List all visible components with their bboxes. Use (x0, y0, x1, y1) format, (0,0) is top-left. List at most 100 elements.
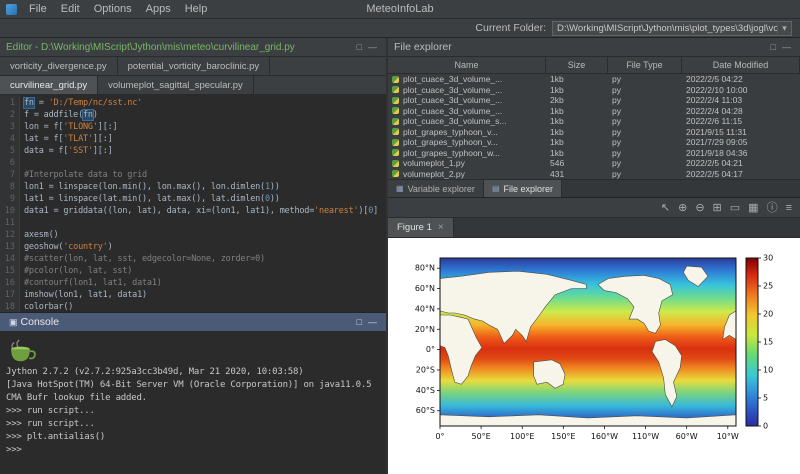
table-row[interactable]: plot_cuace_3d_volume_s...1kbpy2022/2/6 1… (388, 116, 800, 127)
python-file-icon (392, 97, 399, 104)
editor-float-icon[interactable]: □ (354, 42, 365, 52)
zoom-in-icon[interactable]: ⊕ (678, 198, 687, 218)
line-number: 18 (0, 301, 15, 312)
menu-item-apps[interactable]: Apps (139, 0, 178, 19)
table-row[interactable]: plot_cuace_3d_volume_...2kbpy2022/2/4 11… (388, 95, 800, 106)
file-explorer-float-icon[interactable]: □ (768, 42, 779, 52)
file-name-text: plot_cuace_3d_volume_... (403, 85, 502, 95)
bottom-tab-file-explorer[interactable]: ▤File explorer (484, 180, 562, 197)
line-number: 17 (0, 289, 15, 301)
table-row[interactable]: plot_grapes_typhoon_v...1kbpy2021/9/15 1… (388, 127, 800, 138)
file-name-text: plot_grapes_typhoon_v... (403, 127, 498, 137)
python-file-icon (392, 139, 399, 146)
svg-text:60°N: 60°N (415, 284, 435, 293)
current-folder-combo[interactable]: D:\Working\MIScript\Jython\mis\plot_type… (552, 21, 792, 36)
pan-icon[interactable]: ⊞ (713, 198, 722, 218)
file-name-text: plot_cuace_3d_volume_... (403, 95, 502, 105)
file-size-cell: 431 (546, 169, 608, 179)
zoom-out-icon[interactable]: ⊖ (695, 198, 704, 218)
code-editor[interactable]: 123456789101112131415161718 fn = 'D:/Tem… (0, 95, 386, 312)
editor-tab-potential-vorticity-baroclinic-py[interactable]: potential_vorticity_baroclinic.py (118, 57, 270, 75)
table-row[interactable]: volumeplot_2.py431py2022/2/5 04:17 (388, 169, 800, 180)
menu-bar: MeteoInfoLab FileEditOptionsAppsHelp (0, 0, 800, 19)
line-number: 5 (0, 145, 15, 157)
figures-panel: ↖⊕⊖⊞▭▦ⓘ≡ Figure 1 × 0°50°E100°E150°E160°… (388, 198, 800, 474)
main-area: Editor - D:\Working\MIScript\Jython\mis\… (0, 38, 800, 474)
figure-tab-close-icon[interactable]: × (438, 222, 444, 233)
figure-canvas[interactable]: 0°50°E100°E150°E160°W110°W60°W10°W80°N60… (388, 238, 800, 474)
table-row[interactable]: plot_cuace_3d_volume_...1kbpy2022/2/10 1… (388, 85, 800, 96)
menu-item-help[interactable]: Help (178, 0, 215, 19)
file-explorer-minimize-icon[interactable]: — (779, 42, 794, 52)
console-body[interactable]: Jython 2.7.2 (v2.7.2:925a3cc3b49d, Mar 2… (0, 332, 386, 474)
column-header-file-type[interactable]: File Type (608, 57, 682, 73)
column-header-size[interactable]: Size (546, 57, 608, 73)
line-number-gutter: 123456789101112131415161718 (0, 95, 20, 312)
file-name-cell: plot_cuace_3d_volume_... (388, 95, 546, 105)
column-header-name[interactable]: Name (388, 57, 546, 73)
code-token-c: #pcolor(lon, lat, sst) (24, 266, 132, 276)
menu-item-options[interactable]: Options (87, 0, 139, 19)
settings-icon[interactable]: ≡ (786, 198, 792, 218)
file-table-body: plot_cuace_3d_volume_...1kbpy2022/2/5 04… (388, 74, 800, 179)
table-row[interactable]: plot_cuace_3d_volume_...1kbpy2022/2/4 04… (388, 106, 800, 117)
console-minimize-icon[interactable]: — (365, 317, 380, 327)
file-table: Name Size File Type Date Modified plot_c… (388, 57, 800, 179)
svg-text:160°W: 160°W (591, 432, 618, 441)
python-file-icon (392, 118, 399, 125)
table-row[interactable]: plot_grapes_typhoon_v...1kbpy2021/7/29 0… (388, 137, 800, 148)
column-header-date-modified[interactable]: Date Modified (682, 57, 800, 73)
file-name-text: volumeplot_1.py (403, 158, 465, 168)
code-token-c: #scatter(lon, lat, sst, edgecolor=None, … (24, 254, 265, 264)
file-size-cell: 1kb (546, 74, 608, 84)
code-line: #contourf(lon1, lat1, data1) (24, 277, 386, 289)
combo-dropdown-icon[interactable]: ▾ (777, 23, 791, 34)
bottom-tab-label: Variable explorer (408, 184, 475, 194)
file-type-cell: py (608, 127, 682, 137)
code-token-s: 'TLONG' (63, 122, 97, 132)
code-line (24, 217, 386, 229)
svg-text:25: 25 (763, 281, 773, 290)
table-row[interactable]: plot_grapes_typhoon_w...1kbpy2021/9/18 0… (388, 148, 800, 159)
table-row[interactable]: plot_cuace_3d_volume_...1kbpy2022/2/5 04… (388, 74, 800, 85)
editor-tab-vorticity-divergence-py[interactable]: vorticity_divergence.py (0, 57, 118, 75)
file-name-text: volumeplot_2.py (403, 169, 465, 179)
select-icon[interactable]: ↖ (661, 198, 670, 218)
line-number: 4 (0, 133, 15, 145)
python-file-icon (392, 86, 399, 93)
file-explorer-icon: ▤ (492, 184, 500, 193)
svg-text:60°S: 60°S (416, 406, 435, 415)
identify-icon[interactable]: ⓘ (767, 198, 778, 218)
menu-item-file[interactable]: File (22, 0, 54, 19)
code-token-s: 'country' (63, 242, 107, 252)
data-table-icon[interactable]: ▦ (748, 198, 758, 218)
code-token-s: 'TLAT' (63, 134, 93, 144)
console-float-icon[interactable]: □ (354, 317, 365, 327)
editor-tab-volumeplot-sagittal-specular-py[interactable]: volumeplot_sagittal_specular.py (98, 76, 254, 94)
code-line: fn = 'D:/Temp/nc/sst.nc' (24, 97, 386, 109)
file-size-cell: 1kb (546, 137, 608, 147)
menu-item-edit[interactable]: Edit (54, 0, 87, 19)
python-file-icon (392, 149, 399, 156)
console-header: ▣ Console □ — (0, 313, 386, 332)
editor-minimize-icon[interactable]: — (365, 42, 380, 52)
file-size-cell: 1kb (546, 127, 608, 137)
code-line: lat1 = linspace(lat.min(), lat.max(), la… (24, 193, 386, 205)
file-type-cell: py (608, 148, 682, 158)
console-line: >>> (6, 444, 380, 457)
file-name-text: plot_cuace_3d_volume_s... (403, 116, 507, 126)
full-extent-icon[interactable]: ▭ (730, 198, 740, 218)
file-date-cell: 2022/2/4 04:28 (682, 106, 800, 116)
file-type-cell: py (608, 106, 682, 116)
svg-text:15: 15 (763, 337, 773, 346)
code-lines[interactable]: fn = 'D:/Temp/nc/sst.nc'f = addfile(fn)l… (20, 95, 386, 312)
bottom-tab-variable-explorer[interactable]: ▦Variable explorer (388, 180, 484, 197)
file-date-cell: 2022/2/5 04:21 (682, 158, 800, 168)
svg-text:10: 10 (763, 365, 773, 374)
table-row[interactable]: volumeplot_1.py546py2022/2/5 04:21 (388, 158, 800, 169)
editor-tab-curvilinear-grid-py[interactable]: curvilinear_grid.py (0, 76, 98, 94)
figure-tab[interactable]: Figure 1 × (388, 218, 454, 237)
svg-text:50°E: 50°E (471, 432, 490, 441)
console-line: >>> run script... (6, 418, 380, 431)
file-date-cell: 2022/2/4 11:03 (682, 95, 800, 105)
